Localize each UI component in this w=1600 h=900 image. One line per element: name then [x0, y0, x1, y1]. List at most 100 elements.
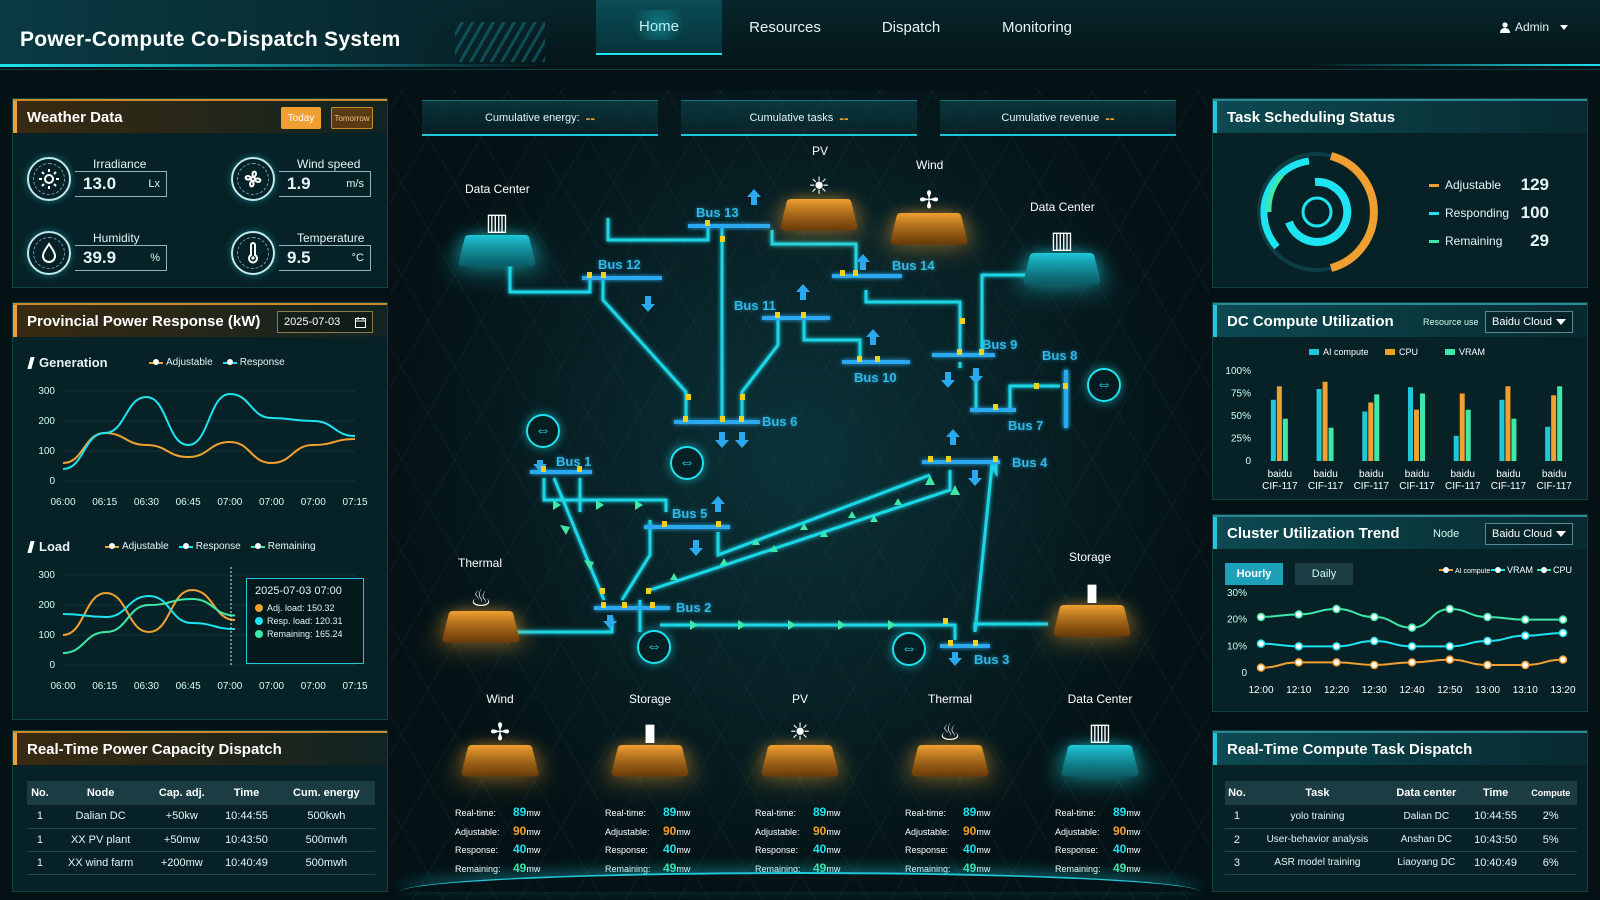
server-icon: ▥: [1088, 719, 1112, 746]
stat-unit: mw: [676, 826, 691, 837]
cluster-panel: Cluster Utilization Trend Node Baidu Clo…: [1212, 514, 1588, 712]
data-point: [1521, 660, 1530, 670]
bus-bars: [530, 224, 1068, 648]
wind-node[interactable]: ✢: [889, 176, 969, 246]
task-status-title: Task Scheduling Status: [1213, 99, 1587, 133]
stat-value: 89: [663, 805, 677, 819]
data-center-node[interactable]: ▥: [1022, 216, 1102, 286]
bottom-node-2[interactable]: ☀: [760, 708, 840, 778]
bus-6-label[interactable]: Bus 6: [762, 414, 797, 429]
bar: [1453, 435, 1459, 461]
stat-label: Adjustable:: [605, 826, 650, 837]
bus-junctions: [541, 220, 1068, 646]
stat-label: Real-time:: [755, 808, 797, 818]
data-point: [1332, 642, 1341, 651]
cell: yolo training: [1248, 805, 1386, 829]
table-row[interactable]: 2 User-behavior analysis Anshan DC 10:43:50…: [1225, 828, 1577, 852]
exchange-icon[interactable]: ⇔: [1087, 368, 1121, 402]
task-status-panel: Task Scheduling Status Adjustable 129 Res…: [1212, 98, 1588, 288]
x-tick-label: CIF-117: [1262, 481, 1298, 492]
data-center-node[interactable]: ▥: [457, 198, 537, 268]
wind-turbine-icon: ✢: [489, 719, 511, 746]
stat-value: 40: [963, 842, 977, 856]
resource-select[interactable]: Baidu Cloud: [1485, 311, 1573, 333]
exchange-icon[interactable]: ⇔: [526, 414, 560, 448]
bus-9-label[interactable]: Bus 9: [982, 337, 1017, 352]
bus-7-label[interactable]: Bus 7: [1008, 418, 1043, 433]
bus-14-label[interactable]: Bus 14: [892, 258, 935, 273]
x-tick-label: baidu: [1313, 469, 1337, 480]
bus-13-label[interactable]: Bus 13: [696, 205, 739, 220]
stat-label: Response:: [755, 845, 799, 855]
bus-11-label[interactable]: Bus 11: [734, 298, 776, 313]
bar: [1557, 386, 1563, 461]
bottom-node-3[interactable]: ♨: [910, 708, 990, 778]
table-row[interactable]: 3 ASR model training Liaoyang DC 10:40:49 6%: [1225, 851, 1577, 875]
bus-3-label[interactable]: Bus 3: [974, 652, 1009, 667]
data-point: [1407, 623, 1417, 632]
bus-2-label[interactable]: Bus 2: [676, 600, 711, 615]
thermal-node[interactable]: ♨: [441, 574, 521, 644]
stat-unit: mw: [826, 845, 841, 855]
legend-dot: [1443, 567, 1449, 573]
data-point: [1256, 639, 1266, 648]
bar: [1408, 387, 1413, 461]
compute-dispatch-title: Real-Time Compute Task Dispatch: [1213, 731, 1587, 765]
bus-5-label[interactable]: Bus 5: [672, 506, 707, 521]
node-stats: Real-time: 89 mw Adjustable: 90 mw Response: 40…: [605, 804, 690, 878]
stat-row: Adjustable: 90 mw: [1055, 823, 1140, 842]
exchange-icon[interactable]: ⇔: [670, 446, 704, 480]
stat-value: 90: [1113, 823, 1127, 838]
bottom-node-4[interactable]: ▥: [1060, 708, 1140, 778]
legend-adjustable: Adjustable 129: [1429, 175, 1549, 195]
bus-4-label[interactable]: Bus 4: [1012, 455, 1047, 470]
y-tick-label: 30%: [1227, 588, 1247, 599]
stat-label: Real-time:: [605, 808, 647, 818]
bottom-node-1[interactable]: ▮: [610, 708, 690, 778]
stat-value: 49: [513, 860, 527, 875]
stat-row: Response: 40 mw: [605, 841, 690, 860]
stat-unit: mw: [826, 808, 841, 818]
table-row[interactable]: 1 yolo training Dalian DC 10:44:55 2%: [1225, 805, 1577, 829]
storage-node[interactable]: ▮: [1052, 568, 1132, 638]
node-select[interactable]: Baidu Cloud: [1485, 523, 1573, 545]
dc-util-chart: AI compute CPU VRAM025%50%75%100%baiduCIF-…: [1225, 347, 1572, 492]
cell: Anshan DC: [1385, 828, 1467, 852]
cell: Dalian DC: [1385, 805, 1467, 829]
cell: 10:40:49: [1466, 851, 1525, 875]
stat-label: Remaining:: [1055, 863, 1101, 874]
x-tick-label: baidu: [1268, 469, 1292, 480]
exchange-icon[interactable]: ⇔: [892, 632, 926, 666]
compute-table-wrap: No. Task Data center Time Compute 1 yolo …: [1225, 781, 1577, 875]
bottom-node-0[interactable]: ✢: [460, 708, 540, 778]
x-tick-label: 12:30: [1362, 685, 1387, 696]
exchange-icon[interactable]: ⇔: [637, 630, 671, 664]
bus-8-label[interactable]: Bus 8: [1042, 348, 1077, 363]
pv-node[interactable]: ☀: [779, 162, 859, 232]
stat-row: Real-time: 89 mw: [755, 804, 840, 823]
stat-label: Response:: [605, 845, 649, 855]
bus-1-label[interactable]: Bus 1: [556, 454, 591, 469]
bar: [1322, 381, 1328, 461]
stat-row: Adjustable: 90 mw: [605, 823, 690, 842]
data-point: [1294, 642, 1303, 651]
thermal-plant-icon: ♨: [470, 585, 492, 612]
y-tick-label: 10%: [1227, 641, 1247, 652]
stat-unit: mw: [826, 826, 841, 837]
x-tick-label: baidu: [1405, 469, 1429, 480]
stat-value: 89: [963, 805, 977, 819]
compute-dispatch-panel: Real-Time Compute Task Dispatch No. Task…: [1212, 730, 1588, 892]
data-point: [1407, 642, 1417, 651]
bottom-node-label: Thermal: [927, 692, 972, 706]
bus-10-label[interactable]: Bus 10: [854, 370, 897, 385]
bus-12-label[interactable]: Bus 12: [598, 257, 641, 272]
y-tick-label: 20%: [1227, 615, 1247, 626]
y-tick-label: 100%: [1225, 366, 1251, 377]
col-data-center: Data center: [1385, 781, 1467, 805]
legend-label: CPU: [1553, 565, 1572, 575]
stat-value: 89: [1113, 805, 1127, 819]
stat-label: Real-time:: [1055, 808, 1097, 818]
stat-label: Remaining:: [455, 863, 501, 874]
compute-dispatch-title-text: Real-Time Compute Task Dispatch: [1227, 740, 1473, 758]
bar: [1316, 389, 1322, 461]
